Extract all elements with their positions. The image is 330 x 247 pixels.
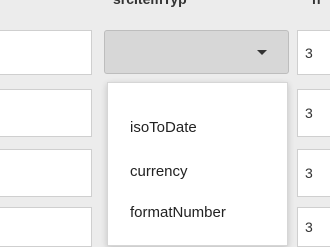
cell-value-text: 3	[305, 165, 313, 181]
column-header-src-item-type: srcItemTyp	[113, 0, 187, 7]
src-item-type-select[interactable]	[104, 30, 289, 74]
table-cell-input[interactable]	[0, 89, 92, 137]
dropdown-option-iso-to-date[interactable]: isoToDate	[130, 119, 197, 136]
caret-down-icon[interactable]	[257, 50, 267, 55]
dropdown-menu: isoToDate currency formatNumber	[107, 82, 288, 246]
cell-value-text: 3	[305, 44, 313, 61]
table-cell-input[interactable]	[0, 207, 92, 247]
table-cell-value[interactable]: 3	[297, 89, 330, 137]
column-header-right: n	[312, 0, 321, 7]
dropdown-option-format-number[interactable]: formatNumber	[130, 204, 226, 221]
table-cell-input[interactable]	[0, 30, 92, 75]
table-cell-input[interactable]	[0, 149, 92, 197]
cell-value-text: 3	[305, 219, 313, 235]
table-cell-value[interactable]: 3	[297, 30, 330, 75]
table-cell-value[interactable]: 3	[297, 207, 330, 247]
table-cell-value[interactable]: 3	[297, 149, 330, 197]
cell-value-text: 3	[305, 105, 313, 121]
dropdown-option-currency[interactable]: currency	[130, 163, 188, 180]
